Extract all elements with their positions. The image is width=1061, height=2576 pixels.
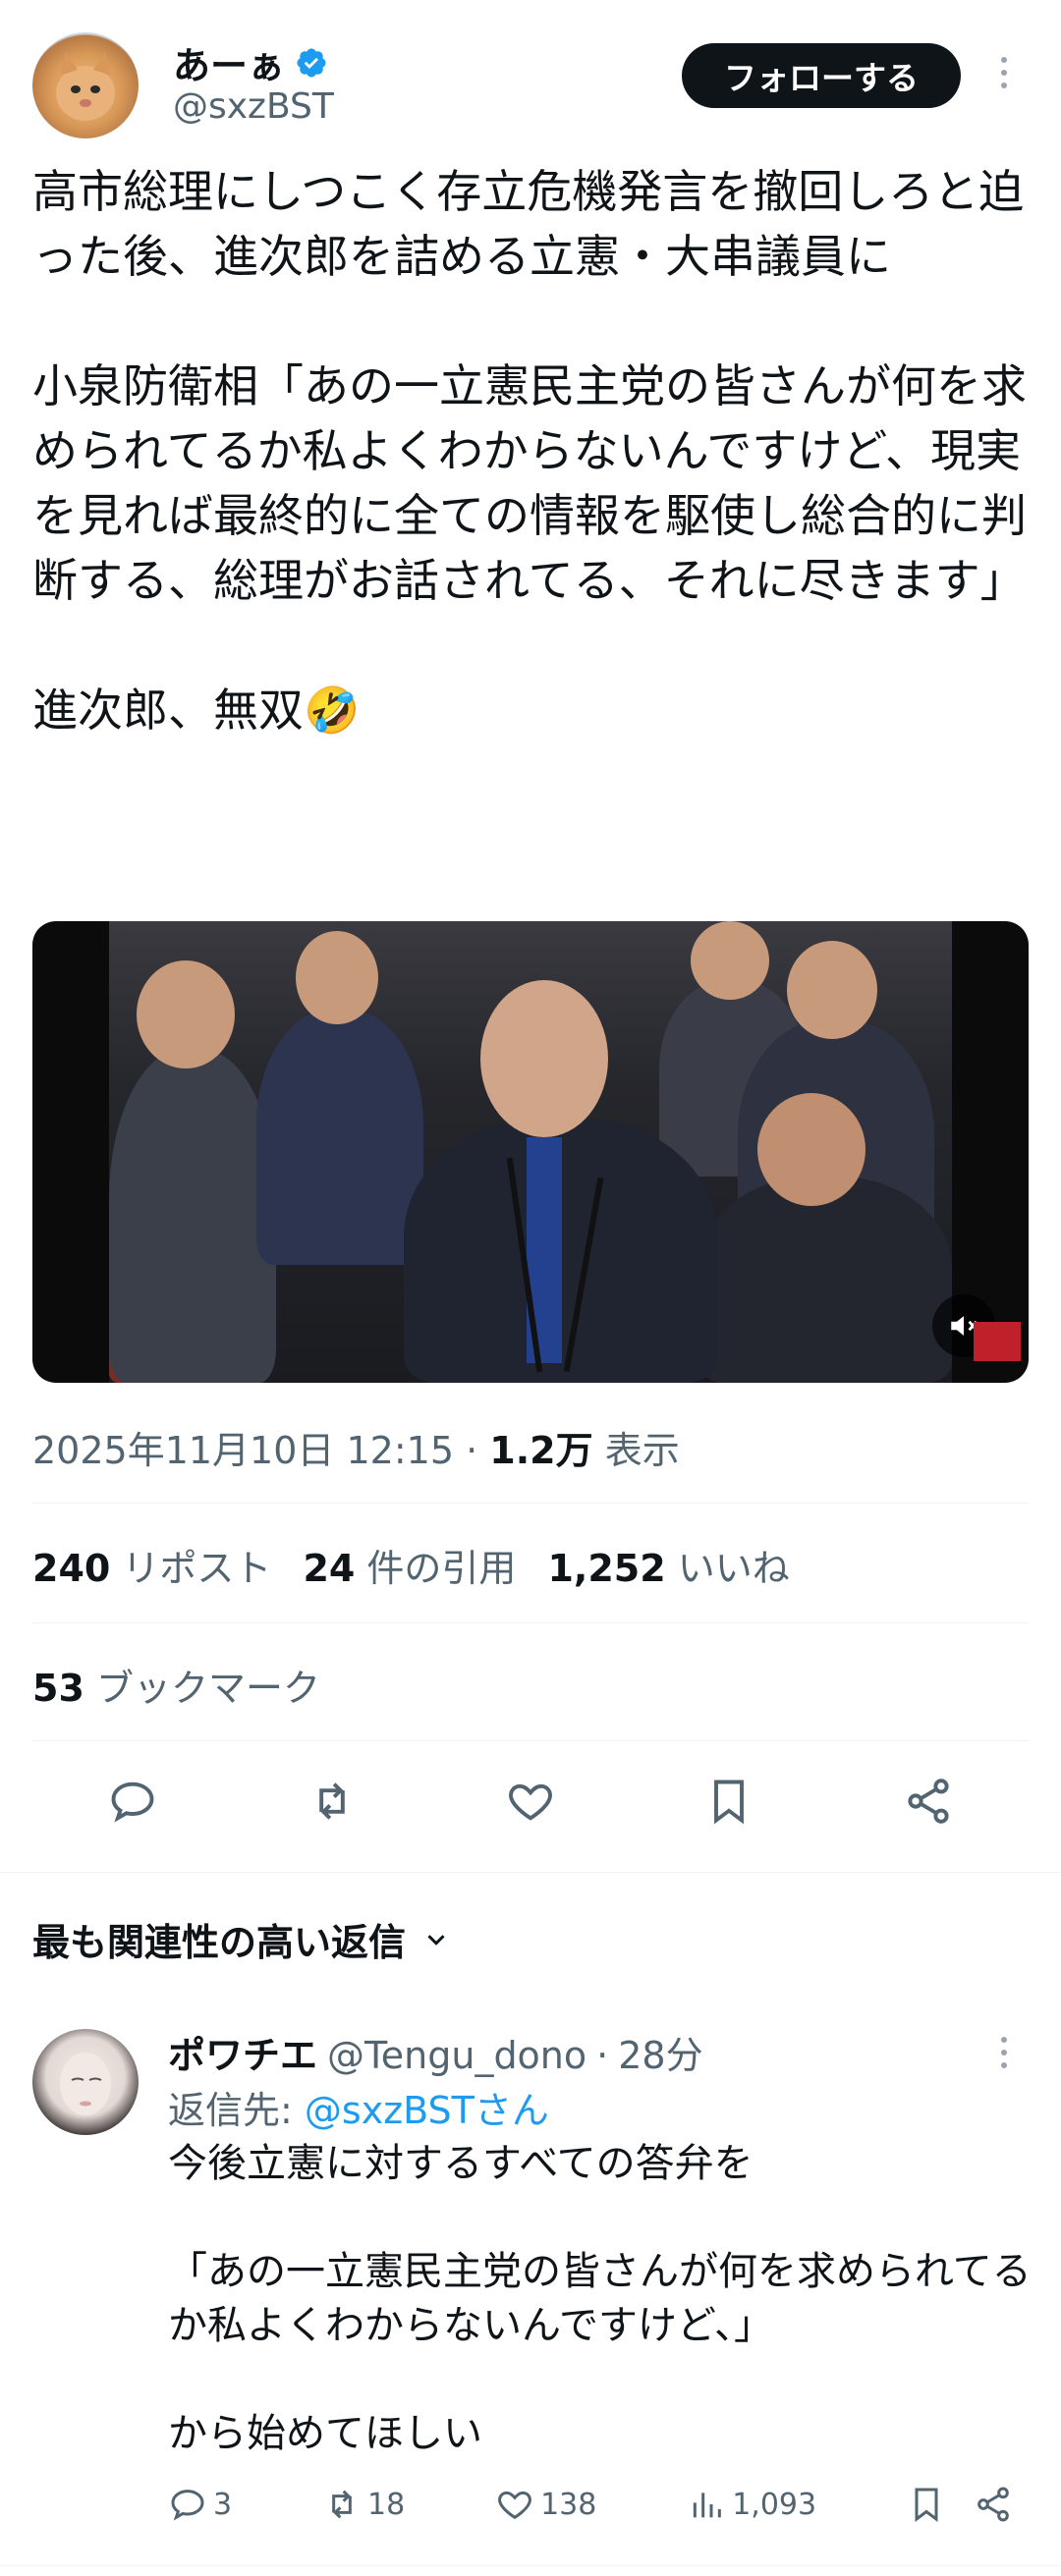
reply-author-name[interactable]: ポワチエ [168, 2025, 317, 2079]
reply-icon[interactable] [107, 1776, 158, 1831]
divider [32, 1503, 1029, 1504]
divider [0, 2565, 1061, 2566]
tweet-timestamp[interactable]: 2025年11月10日 12:15 [32, 1429, 454, 1472]
bookmark-icon[interactable] [703, 1776, 754, 1831]
quotes-stat[interactable]: 24 件の引用 [303, 1538, 516, 1592]
reply-to-handle[interactable]: @sxzBSTさん [305, 2089, 549, 2132]
tweet-text: 高市総理にしつこく存立危機発言を撤回しろと迫った後、進次郎を詰める立憲・大串議員… [32, 165, 1027, 737]
divider [32, 1740, 1029, 1741]
like-icon[interactable] [505, 1776, 556, 1831]
reply-like-count: 138 [540, 2487, 597, 2522]
follow-button[interactable]: フォローする [682, 43, 961, 108]
chevron-down-icon [427, 1934, 445, 1946]
view-count: 1.2万 [489, 1429, 593, 1472]
retweet-icon [332, 2490, 352, 2519]
reply-to-prefix: 返信先: [168, 2089, 293, 2132]
tweet-video[interactable] [32, 921, 1029, 1383]
author-display-name[interactable]: あーぁ [173, 35, 328, 89]
author-avatar[interactable] [32, 32, 139, 138]
reply-like-button[interactable]: 138 [495, 2485, 596, 2524]
reply-actions: 3 18 138 1,093 [168, 2485, 1013, 2524]
reply-view-count: 1,093 [732, 2487, 817, 2522]
reply-header: ポワチエ @Tengu_dono · 28分 [168, 2025, 703, 2079]
video-frame [109, 921, 952, 1383]
retweet-icon[interactable] [307, 1776, 358, 1831]
view-label: 表示 [604, 1429, 680, 1472]
reply-extra-actions [907, 2485, 1013, 2524]
more-icon[interactable] [996, 57, 1012, 88]
views-icon [694, 2493, 722, 2518]
verified-badge-icon [297, 47, 326, 78]
author-name-text: あーぁ [173, 44, 286, 87]
bookmark-icon[interactable] [907, 2485, 946, 2524]
reply-retweet-count: 18 [366, 2487, 406, 2522]
reply-icon [171, 2490, 204, 2521]
sort-label: 最も関連性の高い返信 [32, 1921, 407, 1964]
reply-comment-count: 3 [213, 2487, 233, 2522]
reply-author-handle[interactable]: @Tengu_dono [327, 2034, 586, 2077]
share-icon[interactable] [974, 2485, 1013, 2524]
bookmarks-stat[interactable]: 53 ブックマーク [32, 1658, 320, 1712]
author-handle[interactable]: @sxzBST [173, 86, 334, 127]
reply-views-button[interactable]: 1,093 [687, 2485, 816, 2524]
share-icon[interactable] [903, 1776, 954, 1831]
reply-separator: · [596, 2034, 609, 2077]
likes-stat[interactable]: 1,252 いいね [547, 1538, 789, 1592]
reply-time[interactable]: 28分 [618, 2025, 702, 2079]
divider [0, 1872, 1061, 1873]
reposts-stat[interactable]: 240 リポスト [32, 1538, 271, 1592]
divider [32, 1622, 1029, 1623]
like-icon [498, 2491, 531, 2520]
reply-sort-dropdown[interactable]: 最も関連性の高い返信 [32, 1912, 451, 1966]
reply-to-line: 返信先: @sxzBSTさん [168, 2080, 549, 2134]
reply-avatar[interactable] [32, 2029, 139, 2135]
engagement-stats: 240 リポスト 24 件の引用 1,252 いいね [32, 1538, 790, 1592]
reply-retweet-button[interactable]: 18 [322, 2485, 405, 2524]
tweet-meta: 2025年11月10日 12:15 · 1.2万 表示 [32, 1420, 680, 1474]
meta-separator: · [466, 1429, 478, 1472]
reply-text: 今後立憲に対するすべての答弁を 「あの一立憲民主党の皆さんが何を求められてるか私… [168, 2141, 1032, 2456]
reply-comment-button[interactable]: 3 [168, 2485, 232, 2524]
tweet-actions [0, 1776, 1061, 1831]
video-logo [974, 1322, 1021, 1361]
more-icon[interactable] [996, 2037, 1012, 2068]
